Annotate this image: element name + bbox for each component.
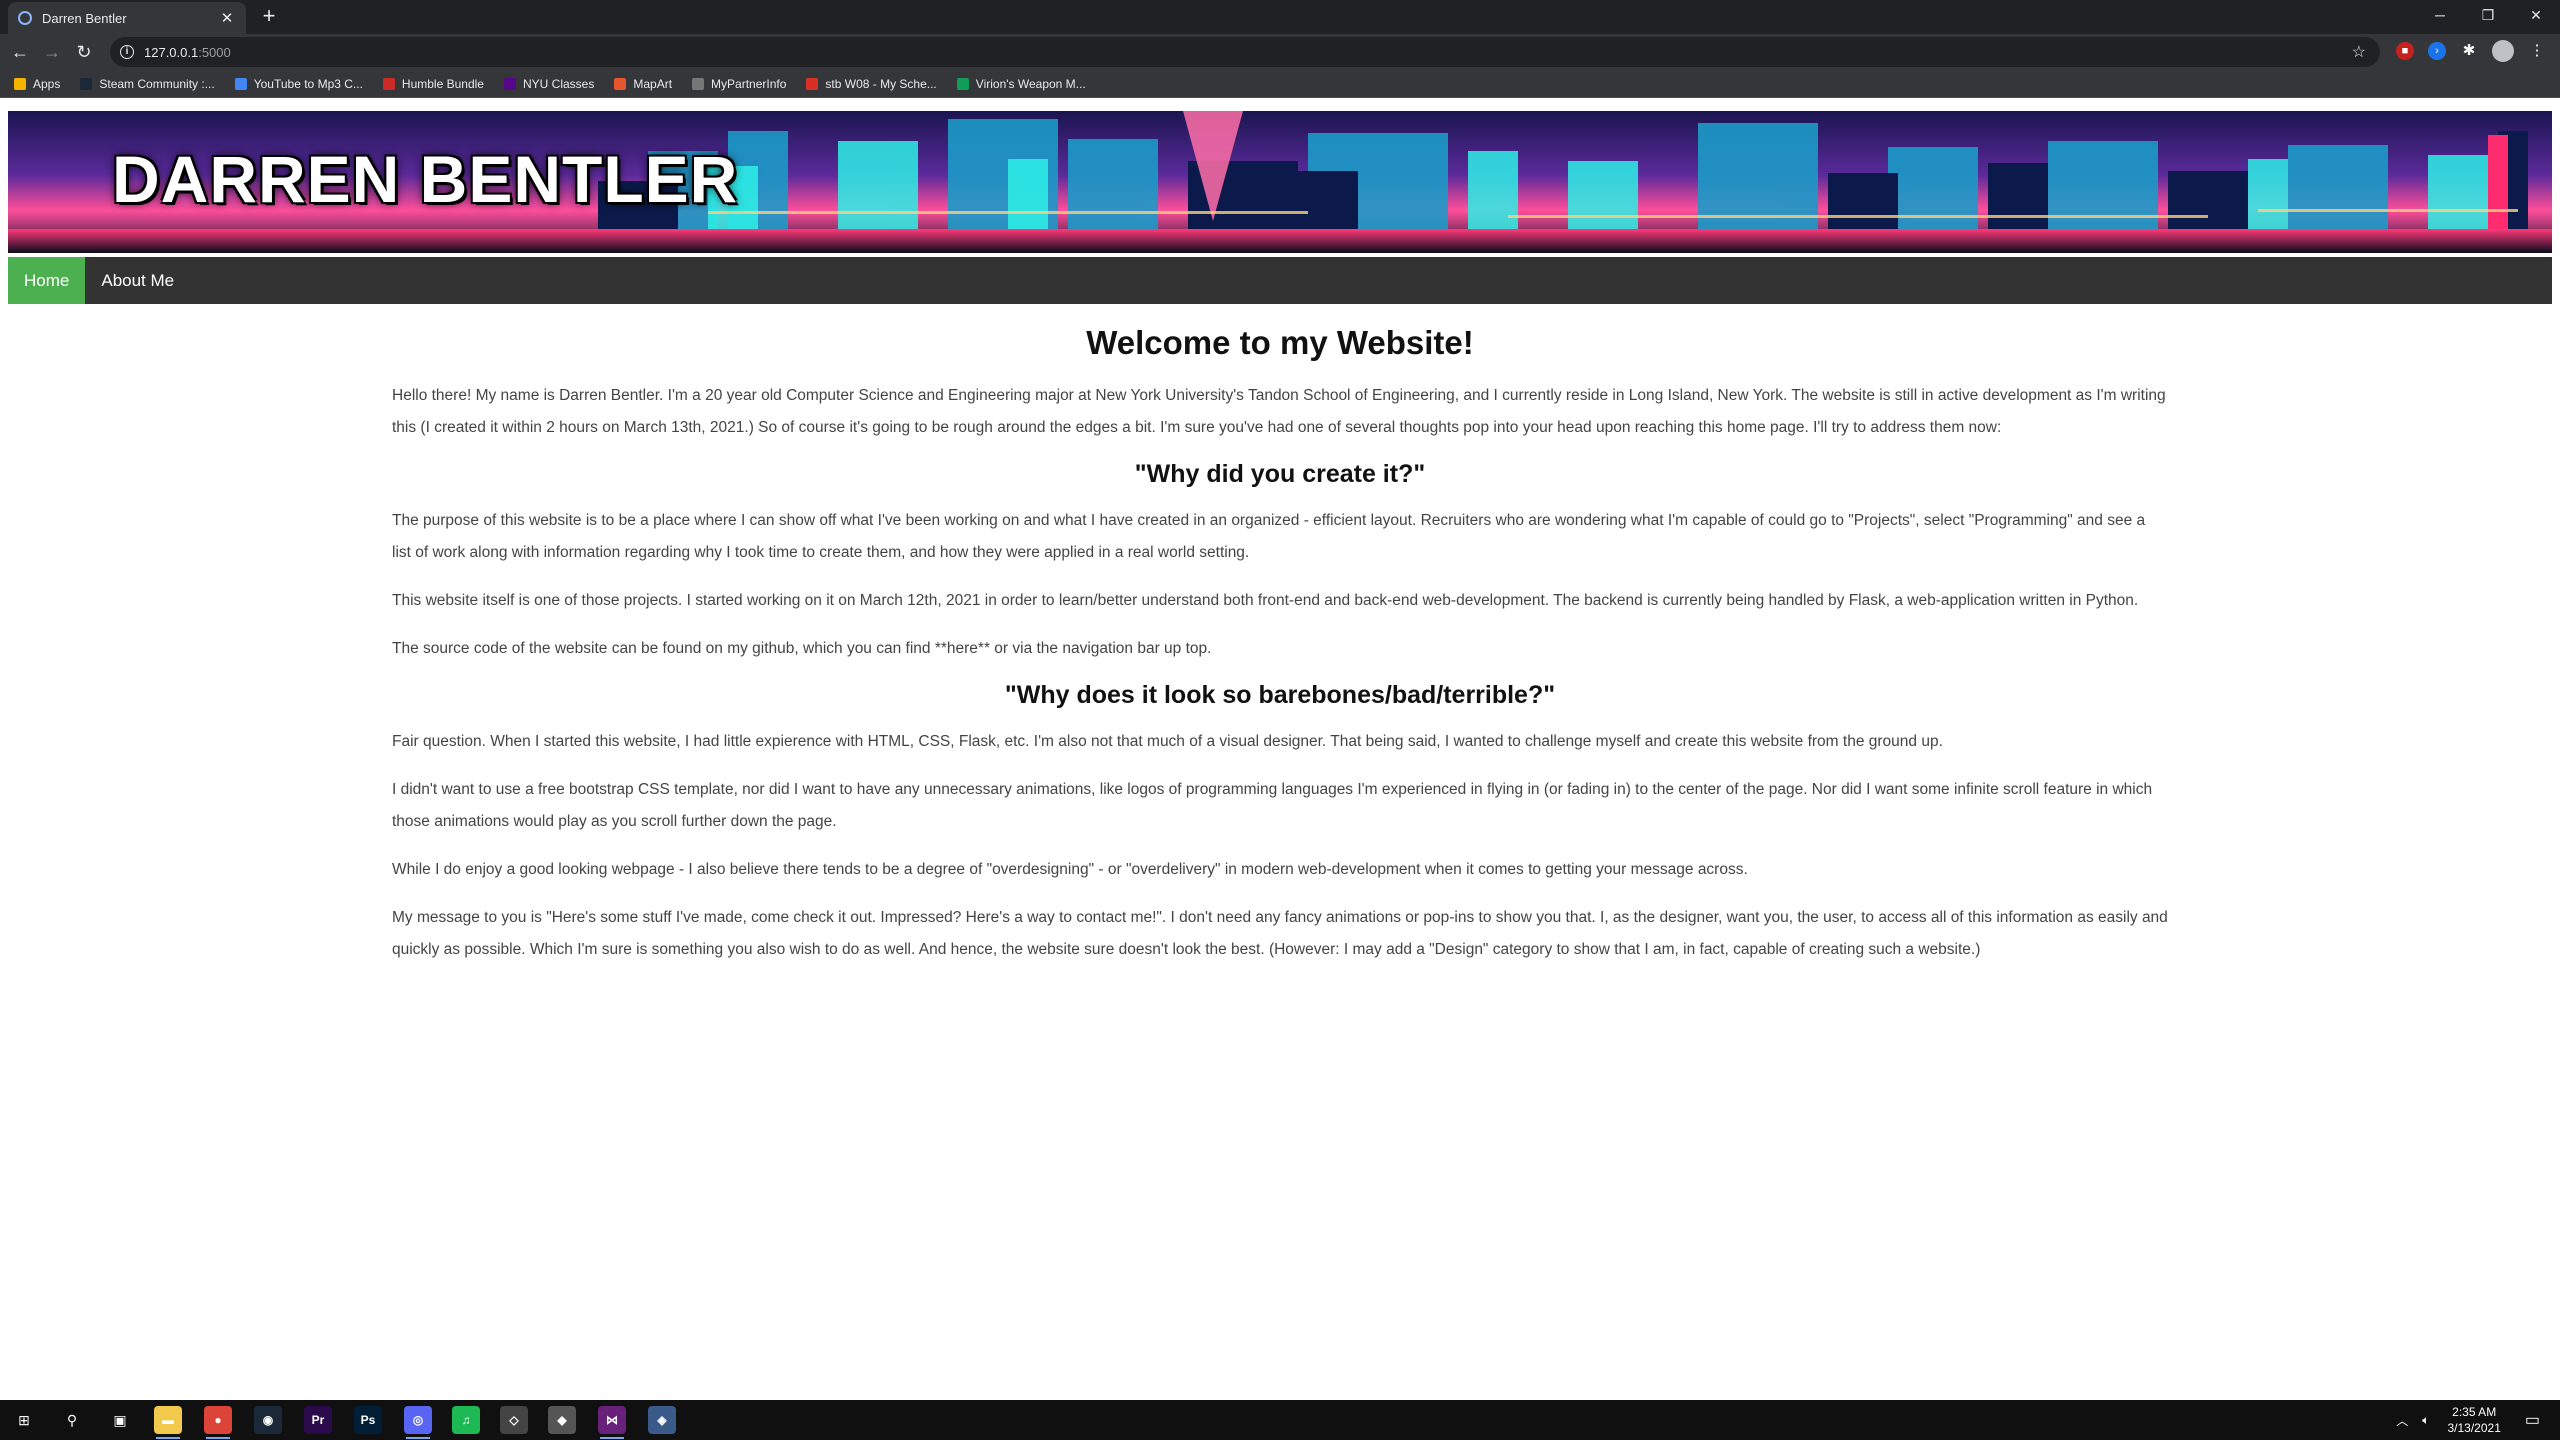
reload-icon[interactable]: ↻ [72, 40, 96, 64]
bookmark-favicon-icon [503, 77, 516, 90]
bookmark-favicon-icon [956, 77, 969, 90]
extensions-area: ■ › ✱ ⋮ [2396, 40, 2546, 62]
extension-arrow-icon[interactable]: › [2428, 42, 2446, 60]
site-info-icon[interactable]: i [120, 45, 134, 59]
clock[interactable]: 2:35 AM 3/13/2021 [2447, 1404, 2500, 1436]
nav-link-home[interactable]: Home [8, 257, 86, 304]
page-title: Welcome to my Website! [1086, 324, 1474, 361]
site-title: DARREN BENTLER [112, 142, 739, 216]
bookmarks-bar: Apps Steam Community :... YouTube to Mp3 C… [0, 70, 2560, 98]
section2-paragraph-1: Fair question. When I started this websi… [392, 733, 1943, 750]
forward-arrow-icon[interactable]: → [40, 40, 64, 64]
section1-paragraph-2: This website itself is one of those proj… [392, 592, 2139, 609]
address-bar[interactable]: i 127.0.0.1:5000 ☆ [110, 37, 2380, 67]
intro-paragraph: Hello there! My name is Darren Bentler. … [392, 387, 2166, 436]
steam-icon[interactable]: ◉ [254, 1406, 282, 1434]
bookmark-item[interactable]: Virion's Weapon M... [956, 76, 1086, 91]
notification-icon[interactable]: ▭ [2525, 1410, 2540, 1430]
new-tab-button[interactable]: + [258, 4, 280, 28]
bookmark-item[interactable]: MapArt [614, 77, 672, 91]
bookmark-favicon-icon [234, 77, 247, 90]
bookmark-favicon-icon [692, 77, 705, 90]
bookmark-label: Steam Community :... [99, 76, 215, 91]
header-banner: DARREN BENTLER [8, 111, 2552, 253]
back-arrow-icon[interactable]: ← [8, 40, 32, 64]
app-icon[interactable]: ◇ [500, 1406, 528, 1434]
premiere-icon[interactable]: Pr [304, 1406, 332, 1434]
section2-paragraph-3: While I do enjoy a good looking webpage … [392, 861, 1748, 878]
url-port: :5000 [198, 44, 231, 60]
section1-paragraph-3: The source code of the website can be fo… [392, 640, 1212, 657]
visual-studio-icon[interactable]: ⋈ [598, 1406, 626, 1439]
main-content: Welcome to my Website! Hello there! My n… [392, 324, 2168, 982]
browser-toolbar: ← → ↻ i 127.0.0.1:5000 ☆ ■ › ✱ ⋮ [0, 34, 2560, 70]
bookmark-item[interactable]: Apps [14, 77, 60, 91]
restore-icon[interactable]: ❐ [2464, 0, 2512, 30]
file-explorer-icon[interactable]: ▬ [154, 1406, 182, 1439]
bookmark-label: NYU Classes [522, 76, 595, 91]
bookmark-item[interactable]: NYU Classes [503, 76, 595, 91]
url-text: 127.0.0.1:5000 [144, 45, 231, 60]
start-icon[interactable]: ⊞ [10, 1406, 38, 1434]
os-taskbar: ︿ 🔈︎ 2:35 AM 3/13/2021 ▭ ⊞ ⚲ ▣ ▬ ● ◉ Pr Ps ◎ ♫ ◇ ◆ ⋈… [0, 1400, 2560, 1440]
system-tray: ︿ 🔈︎ 2:35 AM 3/13/2021 ▭ [2396, 1400, 2560, 1440]
url-host: 127.0.0.1 [144, 44, 199, 60]
bookmark-favicon-icon [80, 77, 93, 90]
discord-icon[interactable]: ◎ [404, 1406, 432, 1439]
menu-kebab-icon[interactable]: ⋮ [2528, 42, 2546, 60]
task-view-icon[interactable]: ▣ [106, 1406, 134, 1434]
tab-title: Darren Bentler [42, 10, 127, 26]
page-viewport: DARREN BENTLER Home About Me Welcome to m… [0, 99, 2560, 1399]
tray-chevron-icon[interactable]: ︿ [2396, 1412, 2408, 1429]
bookmark-label: stb W08 - My Sche... [825, 76, 937, 91]
bookmark-item[interactable]: MyPartnerInfo [692, 77, 786, 91]
close-tab-icon[interactable]: ✕ [218, 9, 236, 27]
bookmark-item[interactable]: stb W08 - My Sche... [806, 76, 937, 91]
bookmark-item[interactable]: Humble Bundle [382, 76, 484, 91]
chrome-icon[interactable]: ● [204, 1406, 232, 1439]
clock-time: 2:35 AM [2452, 1405, 2497, 1419]
bookmark-label: Virion's Weapon M... [975, 76, 1086, 91]
puzzle-icon[interactable]: ✱ [2460, 42, 2478, 60]
running-indicator [206, 1437, 230, 1439]
bookmark-item[interactable]: Steam Community :... [80, 76, 215, 91]
app-icon-2[interactable]: ◆ [548, 1406, 576, 1434]
running-indicator [406, 1437, 430, 1439]
bookmark-star-icon[interactable]: ☆ [2352, 42, 2366, 62]
site-navbar: Home About Me [8, 257, 2552, 304]
running-indicator [156, 1437, 180, 1439]
globe-icon [18, 11, 32, 25]
extension-adblock-icon[interactable]: ■ [2396, 42, 2414, 60]
bookmark-label: Humble Bundle [401, 76, 484, 91]
bookmark-favicon-icon [806, 77, 819, 90]
section1-paragraph-1: The purpose of this website is to be a p… [392, 512, 2146, 561]
apps-grid-icon [14, 77, 26, 90]
section2-paragraph-2: I didn't want to use a free bootstrap CS… [392, 781, 2153, 830]
search-icon[interactable]: ⚲ [58, 1406, 86, 1434]
section-heading-why-create: "Why did you create it?" [1134, 460, 1426, 488]
bookmark-label: YouTube to Mp3 C... [253, 76, 363, 91]
bookmark-label: MapArt [633, 76, 673, 91]
spotify-icon[interactable]: ♫ [452, 1406, 480, 1434]
window-controls: ─ ❐ ✕ [2416, 0, 2560, 30]
bookmark-label: Apps [33, 76, 61, 91]
section2-paragraph-4: My message to you is "Here's some stuff … [392, 909, 2168, 958]
nav-link-about-me[interactable]: About Me [85, 257, 190, 304]
clock-date: 3/13/2021 [2447, 1421, 2501, 1435]
browser-tab-strip: Darren Bentler ✕ + ─ ❐ ✕ [0, 0, 2560, 34]
bookmark-label: MyPartnerInfo [711, 76, 787, 91]
photoshop-icon[interactable]: Ps [354, 1406, 382, 1434]
bookmark-item[interactable]: YouTube to Mp3 C... [234, 76, 363, 91]
minimize-icon[interactable]: ─ [2416, 0, 2464, 30]
browser-tab[interactable]: Darren Bentler ✕ [8, 2, 246, 34]
avatar[interactable] [2492, 40, 2514, 62]
running-indicator [600, 1437, 624, 1439]
section-heading-why-barebones: "Why does it look so barebones/bad/terri… [1004, 681, 1556, 709]
bookmark-favicon-icon [382, 77, 395, 90]
app-icon-3[interactable]: ◈ [648, 1406, 676, 1434]
bookmark-favicon-icon [614, 77, 627, 90]
volume-icon[interactable]: 🔈︎ [2422, 1413, 2429, 1428]
window-close-icon[interactable]: ✕ [2512, 0, 2560, 30]
